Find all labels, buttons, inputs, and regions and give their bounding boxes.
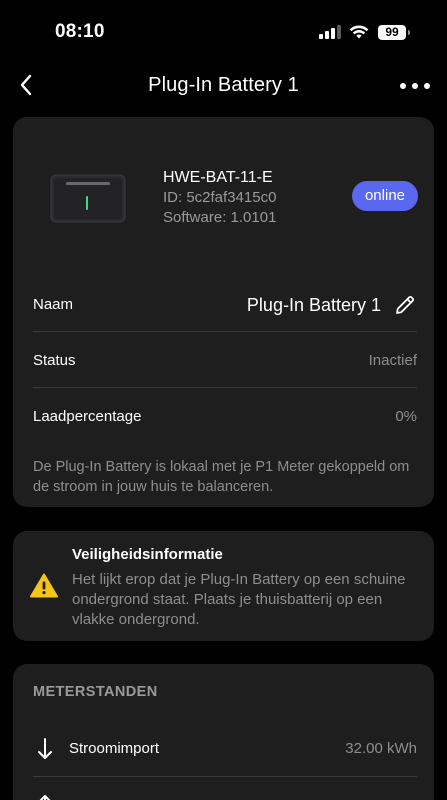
row-charge: Laadpercentage 0% bbox=[33, 389, 417, 445]
arrow-up-icon bbox=[39, 795, 51, 800]
status-badge: online bbox=[352, 181, 418, 211]
arrow-down-icon bbox=[38, 738, 52, 759]
import-label: Stroomimport bbox=[69, 740, 160, 757]
warning-icon bbox=[30, 573, 58, 598]
more-horizontal-icon-dot bbox=[424, 83, 430, 89]
edit-name-button[interactable] bbox=[393, 293, 417, 317]
screen: 08:10 99 Plug-In Battery 1 HWE-BAT-11-E … bbox=[0, 0, 447, 800]
name-value-group: Plug-In Battery 1 bbox=[247, 277, 417, 333]
import-value: 32.00 kWh bbox=[345, 740, 417, 757]
row-status: Status Inactief bbox=[33, 333, 417, 389]
nav-bar: Plug-In Battery 1 bbox=[0, 64, 447, 108]
status-time: 08:10 bbox=[55, 21, 105, 42]
divider bbox=[33, 776, 417, 777]
status-label: Status bbox=[33, 352, 76, 369]
page-title: Plug-In Battery 1 bbox=[148, 74, 299, 96]
battery-indicator: 99 bbox=[378, 25, 410, 40]
device-id: ID: 5c2faf3415c0 bbox=[163, 189, 277, 206]
safety-text: Het lijkt erop dat je Plug-In Battery op… bbox=[72, 571, 406, 628]
safety-title: Veiligheidsinformatie bbox=[72, 546, 223, 563]
meter-heading: METERSTANDEN bbox=[33, 684, 158, 700]
device-description: De Plug-In Battery is lokaal met je P1 M… bbox=[33, 459, 410, 495]
safety-card: Veiligheidsinformatie Het lijkt erop dat… bbox=[13, 531, 434, 641]
name-label: Naam bbox=[33, 296, 74, 313]
device-software: Software: 1.0101 bbox=[163, 209, 277, 226]
device-model: HWE-BAT-11-E bbox=[163, 169, 273, 186]
status-bar: 08:10 99 bbox=[0, 0, 447, 64]
divider bbox=[33, 331, 417, 332]
device-card: HWE-BAT-11-E ID: 5c2faf3415c0 Software: … bbox=[13, 117, 434, 507]
more-options-button[interactable] bbox=[400, 78, 430, 94]
more-horizontal-icon bbox=[400, 83, 406, 89]
charge-label: Laadpercentage bbox=[33, 408, 142, 425]
battery-device-image bbox=[50, 174, 126, 223]
wifi-icon bbox=[349, 25, 369, 39]
pencil-icon bbox=[396, 296, 414, 314]
charge-value: 0% bbox=[395, 408, 417, 425]
name-value: Plug-In Battery 1 bbox=[246, 294, 381, 315]
status-value: Inactief bbox=[368, 352, 417, 369]
meter-card: METERSTANDEN Stroomimport 32.00 kWh bbox=[13, 664, 434, 800]
row-name: Naam Plug-In Battery 1 bbox=[33, 277, 417, 333]
more-horizontal-icon-dot bbox=[412, 83, 418, 89]
cellular-signal-icon bbox=[319, 25, 341, 39]
meter-row-import[interactable]: Stroomimport 32.00 kWh bbox=[33, 724, 417, 774]
divider bbox=[33, 387, 417, 388]
